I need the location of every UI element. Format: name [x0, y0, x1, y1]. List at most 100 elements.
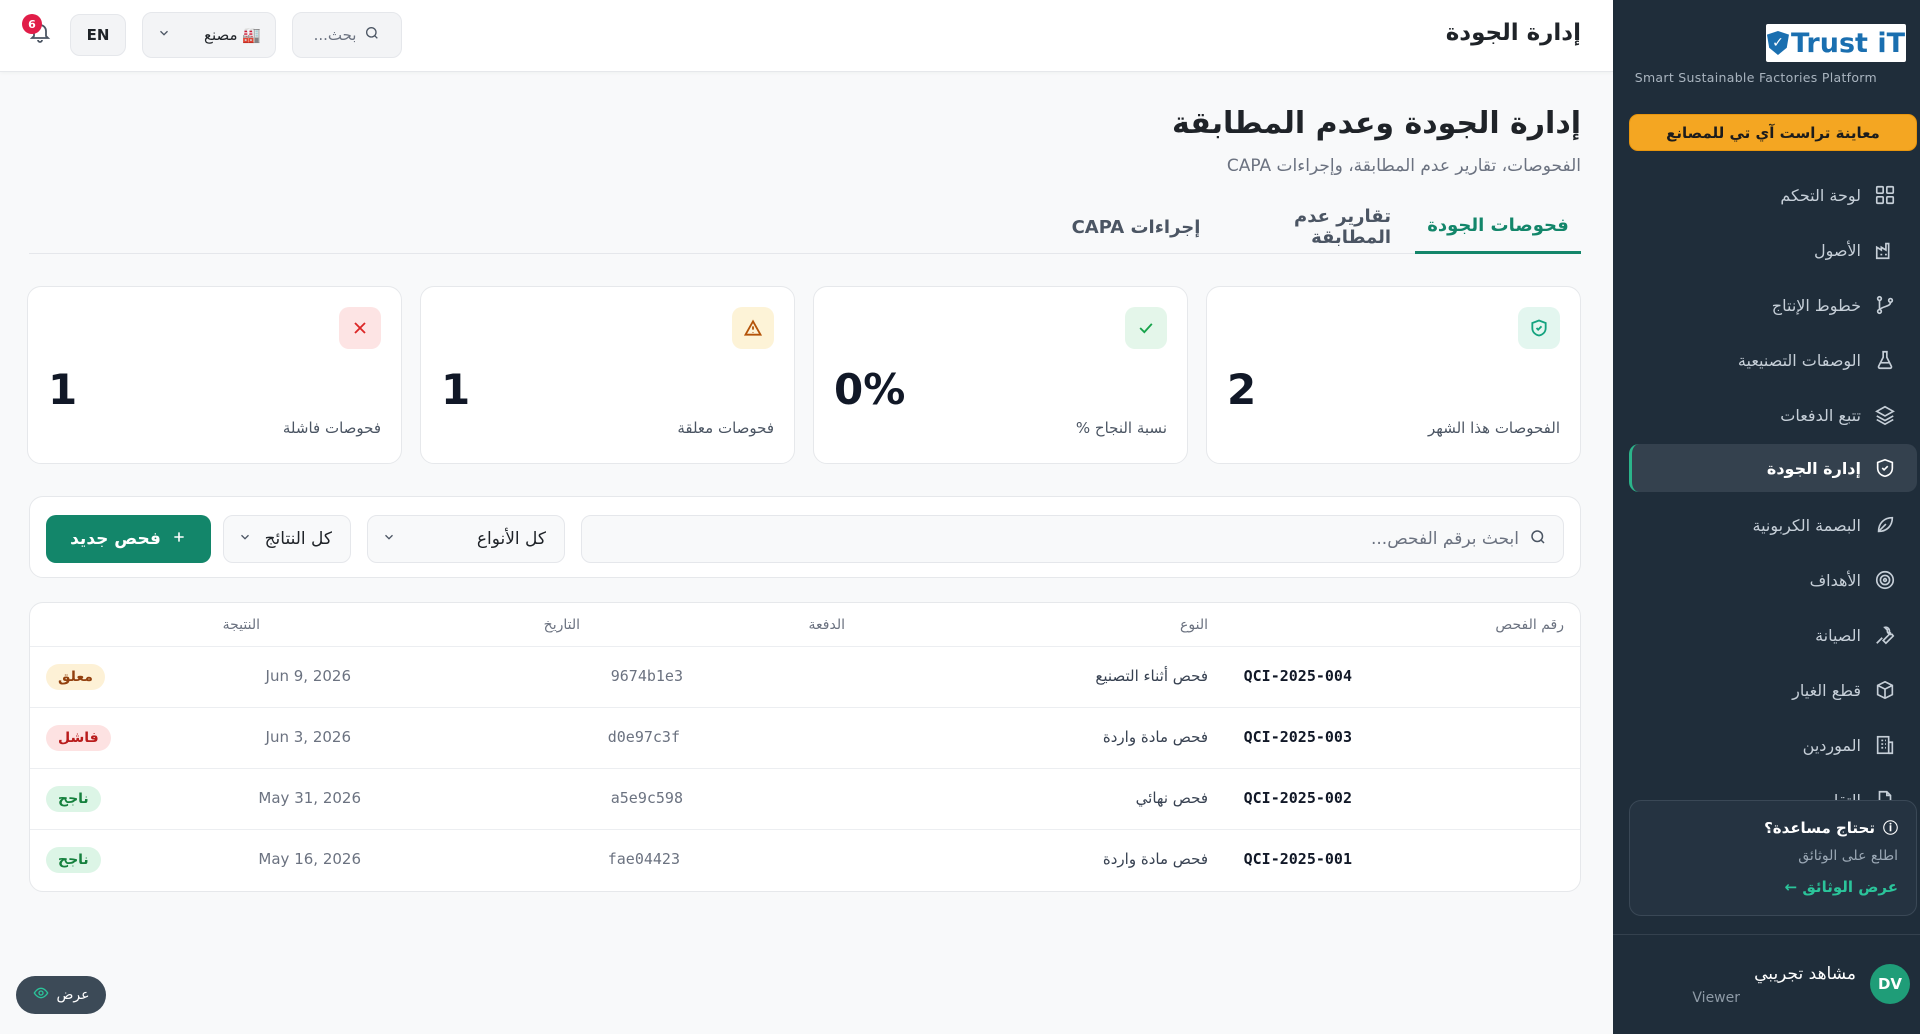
sidebar: ✓ Trust iT Smart Sustainable Factories P…: [1613, 0, 1920, 1034]
table-row[interactable]: QCI-2025-003 فحص مادة واردة d0e97c3f Jun…: [30, 708, 1580, 769]
avatar[interactable]: DV: [1870, 964, 1910, 1004]
table-row[interactable]: QCI-2025-004 فحص أثناء التصنيع 9674b1e3 …: [30, 647, 1580, 708]
factory-select[interactable]: 🏭 مصنع: [142, 12, 276, 58]
help-card: ⓘ تحتاج مساعدة؟ اطلع على الوثائق عرض الو…: [1629, 800, 1917, 916]
inspection-type: فحص مادة واردة: [1102, 850, 1208, 868]
plus-icon: [171, 529, 187, 550]
stat-card-success-rate: 0% نسبة النجاح %: [813, 286, 1188, 464]
status-badge: فاشل: [46, 725, 111, 751]
file-icon: [1873, 788, 1897, 800]
inspection-batch: a5e9c598: [610, 789, 683, 807]
eye-icon: [33, 985, 49, 1005]
sidebar-item-suppliers[interactable]: الموردين: [1629, 721, 1917, 769]
inspection-type: فحص نهائي: [1135, 789, 1208, 807]
notifications-button[interactable]: 6: [22, 14, 52, 46]
column-header-date: التاريخ: [543, 617, 580, 633]
sidebar-divider: [1613, 934, 1920, 935]
inspection-date: May 16, 2026: [258, 850, 361, 868]
stat-value: 1: [48, 365, 78, 414]
sidebar-item-label: الصيانة: [1815, 625, 1861, 645]
inspection-date: Jun 9, 2026: [265, 667, 351, 685]
flask-icon: [1873, 348, 1897, 372]
view-mode-label: عرض: [56, 987, 90, 1003]
column-header-result: النتيجة: [222, 617, 260, 633]
chevron-down-icon: [238, 529, 252, 549]
result-filter-select[interactable]: كل النتائج: [223, 515, 351, 563]
inspection-batch: d0e97c3f: [607, 728, 680, 746]
tabs: فحوصات الجودة تقارير عدم المطابقة إجراءا…: [29, 200, 1581, 254]
page-title: إدارة الجودة وعدم المطابقة: [1171, 106, 1581, 141]
sidebar-item-quality[interactable]: إدارة الجودة: [1629, 444, 1917, 492]
status-badge: معلق: [46, 664, 105, 690]
grid-icon: [1873, 183, 1897, 207]
header-search[interactable]: بحث...: [292, 12, 402, 58]
help-title: تحتاج مساعدة؟: [1764, 818, 1875, 837]
stat-value: 2: [1227, 365, 1257, 414]
status-badge: ناجح: [46, 847, 101, 873]
user-name: مشاهد تجريبي: [1754, 964, 1856, 984]
sidebar-item-assets[interactable]: الأصول: [1629, 226, 1917, 274]
sidebar-item-carbon[interactable]: البصمة الكربونية: [1629, 501, 1917, 549]
language-toggle[interactable]: EN: [70, 14, 126, 56]
stat-label: فحوصات فاشلة: [282, 419, 381, 437]
sidebar-item-reports[interactable]: التقا: [1629, 776, 1917, 800]
view-mode-button[interactable]: عرض: [16, 976, 106, 1014]
column-header-batch: الدفعة: [808, 617, 845, 633]
sidebar-item-label: الأصول: [1813, 240, 1861, 260]
promo-button[interactable]: معاينة تراست آي تي للمصانع: [1629, 114, 1917, 151]
sidebar-item-production-lines[interactable]: خطوط الإنتاج: [1629, 281, 1917, 329]
inspection-id[interactable]: QCI-2025-002: [1244, 789, 1352, 807]
tab-nonconformance[interactable]: تقارير عدم المطابقة: [1221, 200, 1391, 254]
view-docs-link[interactable]: عرض الوثائق ←: [1648, 878, 1898, 896]
tab-inspections[interactable]: فحوصات الجودة: [1415, 200, 1581, 254]
logo[interactable]: ✓ Trust iT: [1766, 24, 1906, 62]
inspection-id[interactable]: QCI-2025-004: [1244, 667, 1352, 685]
tab-capa[interactable]: إجراءات CAPA: [1071, 200, 1201, 254]
tagline: Smart Sustainable Factories Platform: [1634, 70, 1877, 85]
sidebar-item-label: الموردين: [1802, 735, 1861, 755]
layers-icon: [1873, 403, 1897, 427]
search-icon: [1529, 528, 1547, 551]
sidebar-item-maintenance[interactable]: الصيانة: [1629, 611, 1917, 659]
inspection-date: May 31, 2026: [258, 789, 361, 807]
git-branch-icon: [1873, 293, 1897, 317]
notification-count-badge: 6: [22, 14, 42, 34]
sidebar-item-label: البصمة الكربونية: [1752, 515, 1862, 535]
stat-value: 1: [441, 365, 471, 414]
sidebar-item-label: الوصفات التصنيعية: [1737, 350, 1861, 370]
column-header-type: النوع: [1180, 617, 1208, 633]
stat-value: 0%: [834, 365, 906, 414]
logo-text: Trust iT: [1790, 27, 1906, 59]
sidebar-item-spare-parts[interactable]: قطع الغيار: [1629, 666, 1917, 714]
inspections-table: رقم الفحص النوع الدفعة التاريخ النتيجة Q…: [29, 602, 1581, 892]
type-filter-select[interactable]: كل الأنواع: [367, 515, 565, 563]
search-icon: [364, 25, 380, 45]
header-search-placeholder: بحث...: [313, 26, 357, 44]
sidebar-item-batch-tracking[interactable]: تتبع الدفعات: [1629, 391, 1917, 439]
new-inspection-button[interactable]: فحص جديد: [46, 515, 211, 563]
chevron-down-icon: [382, 529, 396, 549]
factory-icon: [1873, 238, 1897, 262]
help-subtitle: اطلع على الوثائق: [1798, 848, 1898, 864]
inspection-date: Jun 3, 2026: [265, 728, 351, 746]
stat-card-monthly: 2 الفحوصات هذا الشهر: [1206, 286, 1581, 464]
stat-label: فحوصات معلقة: [677, 419, 774, 437]
stat-card-pending: 1 فحوصات معلقة: [420, 286, 795, 464]
sidebar-item-goals[interactable]: الأهداف: [1629, 556, 1917, 604]
sidebar-item-label: الأهداف: [1809, 570, 1861, 590]
table-row[interactable]: QCI-2025-001 فحص مادة واردة fae04423 May…: [30, 830, 1580, 891]
inspection-id[interactable]: QCI-2025-001: [1244, 850, 1352, 868]
building-icon: [1873, 733, 1897, 757]
help-circle-icon: ⓘ: [1882, 819, 1898, 837]
shield-check-icon: [1873, 456, 1897, 480]
inspection-search-input[interactable]: ابحث برقم الفحص...: [581, 515, 1564, 563]
sidebar-item-dashboard[interactable]: لوحة التحكم: [1629, 171, 1917, 219]
stat-label: الفحوصات هذا الشهر: [1428, 419, 1560, 437]
stat-card-failed: 1 فحوصات فاشلة: [27, 286, 402, 464]
table-row[interactable]: QCI-2025-002 فحص نهائي a5e9c598 May 31, …: [30, 769, 1580, 830]
sidebar-item-recipes[interactable]: الوصفات التصنيعية: [1629, 336, 1917, 384]
inspection-id[interactable]: QCI-2025-003: [1244, 728, 1352, 746]
inspection-type: فحص أثناء التصنيع: [1095, 667, 1208, 685]
wrench-icon: [1873, 623, 1897, 647]
filter-bar: ابحث برقم الفحص... كل الأنواع كل النتائج…: [29, 496, 1581, 578]
